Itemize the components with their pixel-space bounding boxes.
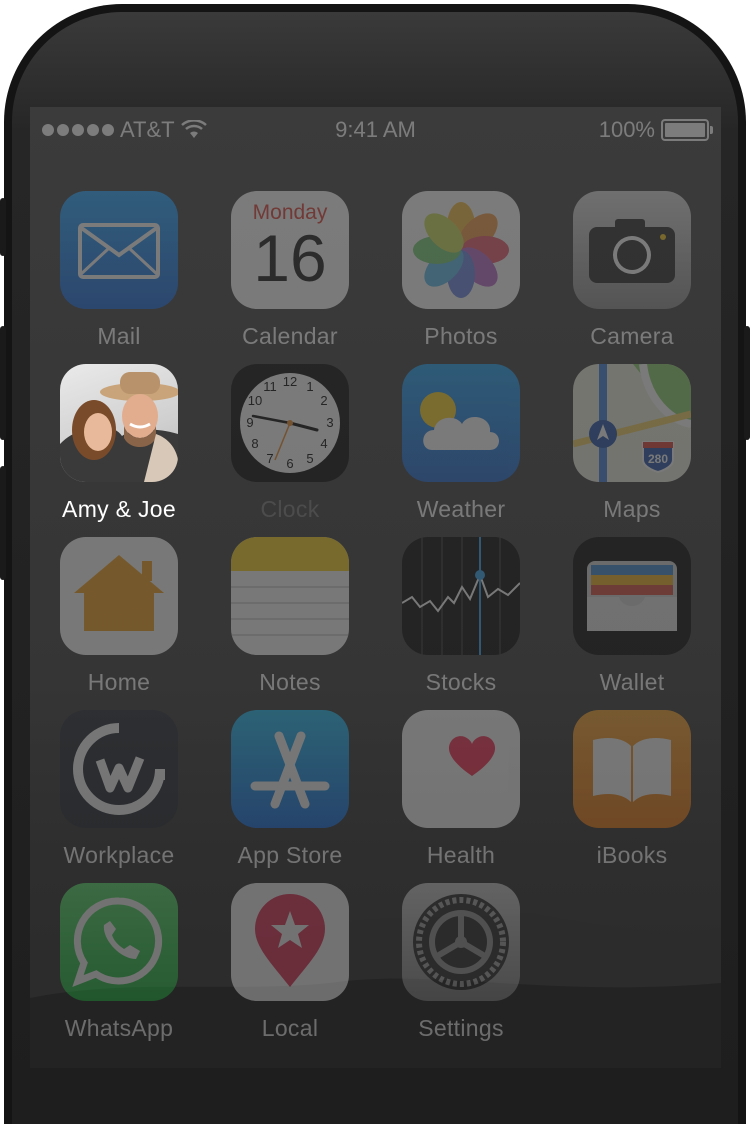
app-label: Wallet (599, 669, 665, 695)
svg-text:2: 2 (320, 393, 327, 408)
svg-text:12: 12 (283, 374, 297, 389)
weather-icon (402, 364, 520, 482)
app-home[interactable]: Home (49, 537, 189, 696)
svg-text:3: 3 (326, 415, 333, 430)
app-label: Stocks (425, 669, 497, 695)
app-label: Notes (259, 669, 321, 695)
app-ibooks[interactable]: iBooks (562, 710, 702, 869)
app-label: WhatsApp (64, 1015, 174, 1041)
app-stocks[interactable]: Stocks (391, 537, 531, 696)
svg-text:9: 9 (246, 415, 253, 430)
app-label: Clock (260, 496, 320, 522)
battery-percent: 100% (598, 117, 655, 142)
app-maps[interactable]: 280 Maps (562, 364, 702, 523)
clock-icon: 12 1 2 345 678 9 10 11 (231, 364, 349, 482)
app-store-icon (231, 710, 349, 828)
power-button (744, 326, 750, 440)
svg-text:1: 1 (306, 379, 313, 394)
svg-text:11: 11 (263, 379, 277, 394)
notes-icon (231, 537, 349, 655)
whatsapp-icon (60, 883, 178, 1001)
app-label: Settings (418, 1015, 504, 1041)
home-screen: AT&T 9:41 AM 100% Mail Monday 16 Calenda… (30, 107, 721, 1068)
app-weather[interactable]: Weather (391, 364, 531, 523)
app-label: Mail (97, 323, 141, 349)
app-clock[interactable]: 12 1 2 345 678 9 10 11 Clock (220, 364, 360, 523)
app-label: Photos (424, 323, 498, 349)
app-app-store[interactable]: App Store (220, 710, 360, 869)
photos-icon (402, 191, 520, 309)
home-icon (60, 537, 178, 655)
app-label: Health (426, 842, 496, 868)
app-mail[interactable]: Mail (49, 191, 189, 350)
volume-up-button (0, 326, 6, 440)
battery-icon (661, 119, 713, 141)
app-wallet[interactable]: Wallet (562, 537, 702, 696)
status-bar: AT&T 9:41 AM 100% (30, 117, 721, 145)
app-notes[interactable]: Notes (220, 537, 360, 696)
stocks-icon (402, 537, 520, 655)
svg-text:4: 4 (320, 436, 327, 451)
app-label: Weather (416, 496, 506, 522)
app-settings[interactable]: Settings (391, 883, 531, 1042)
app-label: Calendar (242, 323, 338, 349)
settings-icon (402, 883, 520, 1001)
maps-route-number: 280 (648, 452, 668, 466)
workplace-icon (60, 710, 178, 828)
app-label: Amy & Joe (62, 496, 176, 522)
mute-switch (0, 198, 6, 256)
app-amy-and-joe[interactable]: Amy & Joe (49, 364, 189, 523)
mail-icon (60, 191, 178, 309)
app-label: Workplace (63, 842, 175, 868)
app-workplace[interactable]: Workplace (49, 710, 189, 869)
app-whatsapp[interactable]: WhatsApp (49, 883, 189, 1042)
calendar-icon: Monday 16 (231, 191, 349, 309)
maps-icon: 280 (573, 364, 691, 482)
wallet-icon (573, 537, 691, 655)
svg-text:8: 8 (251, 436, 258, 451)
health-icon (402, 710, 520, 828)
camera-icon (573, 191, 691, 309)
app-label: App Store (237, 842, 343, 868)
app-label: Local (261, 1015, 319, 1041)
svg-text:10: 10 (248, 393, 262, 408)
contact-photo-icon (60, 364, 178, 482)
app-label: Maps (603, 496, 661, 522)
local-icon (231, 883, 349, 1001)
calendar-day-number: 16 (253, 221, 327, 295)
app-photos[interactable]: Photos (391, 191, 531, 350)
svg-text:5: 5 (306, 451, 313, 466)
svg-text:6: 6 (286, 456, 293, 471)
app-label: Camera (590, 323, 674, 349)
app-calendar[interactable]: Monday 16 Calendar (220, 191, 360, 350)
app-label: iBooks (596, 842, 668, 868)
app-local[interactable]: Local (220, 883, 360, 1042)
app-health[interactable]: Health (391, 710, 531, 869)
volume-down-button (0, 466, 6, 580)
svg-text:7: 7 (266, 451, 273, 466)
app-label: Home (87, 669, 151, 695)
ibooks-icon (573, 710, 691, 828)
app-camera[interactable]: Camera (562, 191, 702, 350)
